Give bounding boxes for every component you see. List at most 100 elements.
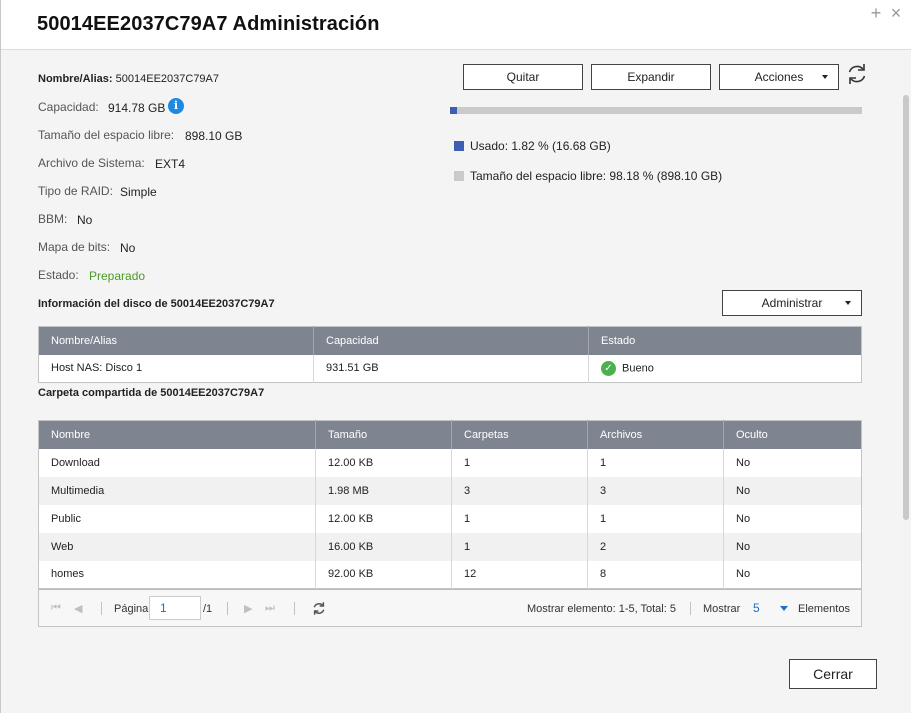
dialog-title: 50014EE2037C79A7 Administración	[37, 13, 380, 35]
folder-size-cell: 16.00 KB	[315, 532, 452, 561]
table-row[interactable]: Download 12.00 KB 1 1 No	[38, 448, 862, 477]
status-value: Preparado	[89, 269, 146, 283]
file-count-cell: 3	[587, 476, 724, 505]
shared-folder-title: Carpeta compartida de 50014EE2037C79A7	[38, 387, 265, 399]
expand-button[interactable]: Expandir	[591, 64, 711, 90]
folder-count-cell: 12	[451, 560, 588, 589]
remove-button[interactable]: Quitar	[463, 64, 583, 90]
column-header[interactable]: Nombre	[38, 420, 316, 449]
folder-count-cell: 1	[451, 504, 588, 533]
caret-down-icon[interactable]	[780, 606, 788, 611]
folder-name-cell: Download	[38, 448, 316, 477]
folder-name-cell: homes	[38, 560, 316, 589]
bbm-label: BBM:	[38, 212, 68, 226]
pagination-bar: ⏮ ◀ Página 1 /1 ▶ ⏭ Mostrar elemento: 1-…	[38, 589, 862, 627]
item-summary: Mostrar elemento: 1-5, Total: 5	[527, 603, 676, 615]
disk-status-text: Bueno	[622, 362, 654, 375]
table-row[interactable]: Web 16.00 KB 1 2 No	[38, 532, 862, 561]
pager-divider	[690, 602, 691, 615]
actions-dropdown-label: Acciones	[754, 70, 804, 84]
pager-divider	[294, 602, 295, 615]
column-header[interactable]: Estado	[588, 326, 862, 355]
first-page-icon[interactable]: ⏮	[51, 602, 61, 615]
folder-name-cell: Web	[38, 532, 316, 561]
title-bar: 50014EE2037C79A7 Administración + ×	[1, 0, 911, 50]
info-icon[interactable]: i	[168, 98, 184, 114]
status-label: Estado:	[38, 268, 79, 282]
manage-dropdown-label: Administrar	[761, 296, 823, 310]
capacity-value: 914.78 GB	[108, 101, 166, 115]
disk-name-cell: Host NAS: Disco 1	[38, 354, 314, 383]
bitmap-label: Mapa de bits:	[38, 240, 111, 254]
name-alias-label: Nombre/Alias: 50014EE2037C79A7	[38, 73, 219, 85]
column-header[interactable]: Nombre/Alias	[38, 326, 314, 355]
last-page-icon[interactable]: ⏭	[265, 602, 275, 615]
folder-count-cell: 1	[451, 532, 588, 561]
raid-type-label: Tipo de RAID:	[38, 184, 113, 198]
file-count-cell: 1	[587, 448, 724, 477]
close-button[interactable]: Cerrar	[789, 659, 877, 689]
column-header[interactable]: Oculto	[723, 420, 862, 449]
free-space-value: 898.10 GB	[185, 129, 243, 143]
free-legend-swatch	[454, 171, 464, 181]
folder-size-cell: 92.00 KB	[315, 560, 452, 589]
name-alias-value: 50014EE2037C79A7	[115, 73, 220, 85]
close-icon[interactable]: ×	[887, 4, 905, 22]
usage-bar-fill	[450, 107, 458, 114]
folder-size-cell: 12.00 KB	[315, 504, 452, 533]
filesystem-value: EXT4	[155, 157, 186, 171]
raid-type-value: Simple	[120, 185, 157, 199]
disk-info-title: Información del disco de 50014EE2037C79A…	[38, 298, 275, 310]
disk-capacity-cell: 931.51 GB	[313, 354, 589, 383]
caret-down-icon	[845, 301, 851, 305]
column-header[interactable]: Archivos	[587, 420, 724, 449]
folder-size-cell: 1.98 MB	[315, 476, 452, 505]
table-row[interactable]: homes 92.00 KB 12 8 No	[38, 560, 862, 589]
check-circle-icon: ✓	[601, 360, 616, 376]
column-header[interactable]: Capacidad	[313, 326, 589, 355]
capacity-label: Capacidad:	[38, 100, 99, 114]
filesystem-label: Archivo de Sistema:	[38, 156, 145, 170]
table-row[interactable]: Public 12.00 KB 1 1 No	[38, 504, 862, 533]
page-total: /1	[203, 603, 213, 615]
folder-name-cell: Multimedia	[38, 476, 316, 505]
add-icon[interactable]: +	[867, 4, 885, 22]
page-number-input[interactable]: 1	[149, 596, 201, 620]
scrollbar[interactable]	[903, 95, 909, 520]
refresh-icon[interactable]	[846, 62, 868, 86]
hidden-cell: No	[723, 504, 862, 533]
hidden-cell: No	[723, 476, 862, 505]
next-page-icon[interactable]: ▶	[244, 602, 252, 615]
manage-dropdown[interactable]: Administrar	[722, 290, 862, 316]
pager-divider	[227, 602, 228, 615]
items-label: Elementos	[798, 603, 850, 615]
free-legend: Tamaño del espacio libre: 98.18 % (898.1…	[470, 169, 723, 183]
show-label: Mostrar	[703, 603, 741, 615]
caret-down-icon	[822, 75, 828, 79]
table-row[interactable]: Multimedia 1.98 MB 3 3 No	[38, 476, 862, 505]
pager-divider	[101, 602, 102, 615]
bitmap-value: No	[120, 241, 136, 255]
file-count-cell: 1	[587, 504, 724, 533]
folder-name-cell: Public	[38, 504, 316, 533]
refresh-icon[interactable]	[312, 601, 326, 616]
prev-page-icon[interactable]: ◀	[74, 602, 82, 615]
folder-count-cell: 1	[451, 448, 588, 477]
free-space-label: Tamaño del espacio libre:	[38, 128, 175, 142]
disk-status-cell: ✓ Bueno	[588, 354, 862, 383]
usage-bar	[450, 107, 862, 114]
name-alias-label-text: Nombre/Alias:	[38, 73, 113, 85]
actions-dropdown[interactable]: Acciones	[719, 64, 839, 90]
column-header[interactable]: Tamaño	[315, 420, 452, 449]
table-row[interactable]: Host NAS: Disco 1 931.51 GB ✓ Bueno	[38, 354, 862, 383]
file-count-cell: 2	[587, 532, 724, 561]
page-label: Página	[114, 603, 149, 615]
folder-count-cell: 3	[451, 476, 588, 505]
file-count-cell: 8	[587, 560, 724, 589]
disk-table-header: Nombre/Alias Capacidad Estado	[38, 326, 862, 355]
column-header[interactable]: Carpetas	[451, 420, 588, 449]
folder-size-cell: 12.00 KB	[315, 448, 452, 477]
shared-folder-table-header: Nombre Tamaño Carpetas Archivos Oculto	[38, 420, 862, 449]
hidden-cell: No	[723, 448, 862, 477]
used-legend-swatch	[454, 141, 464, 151]
